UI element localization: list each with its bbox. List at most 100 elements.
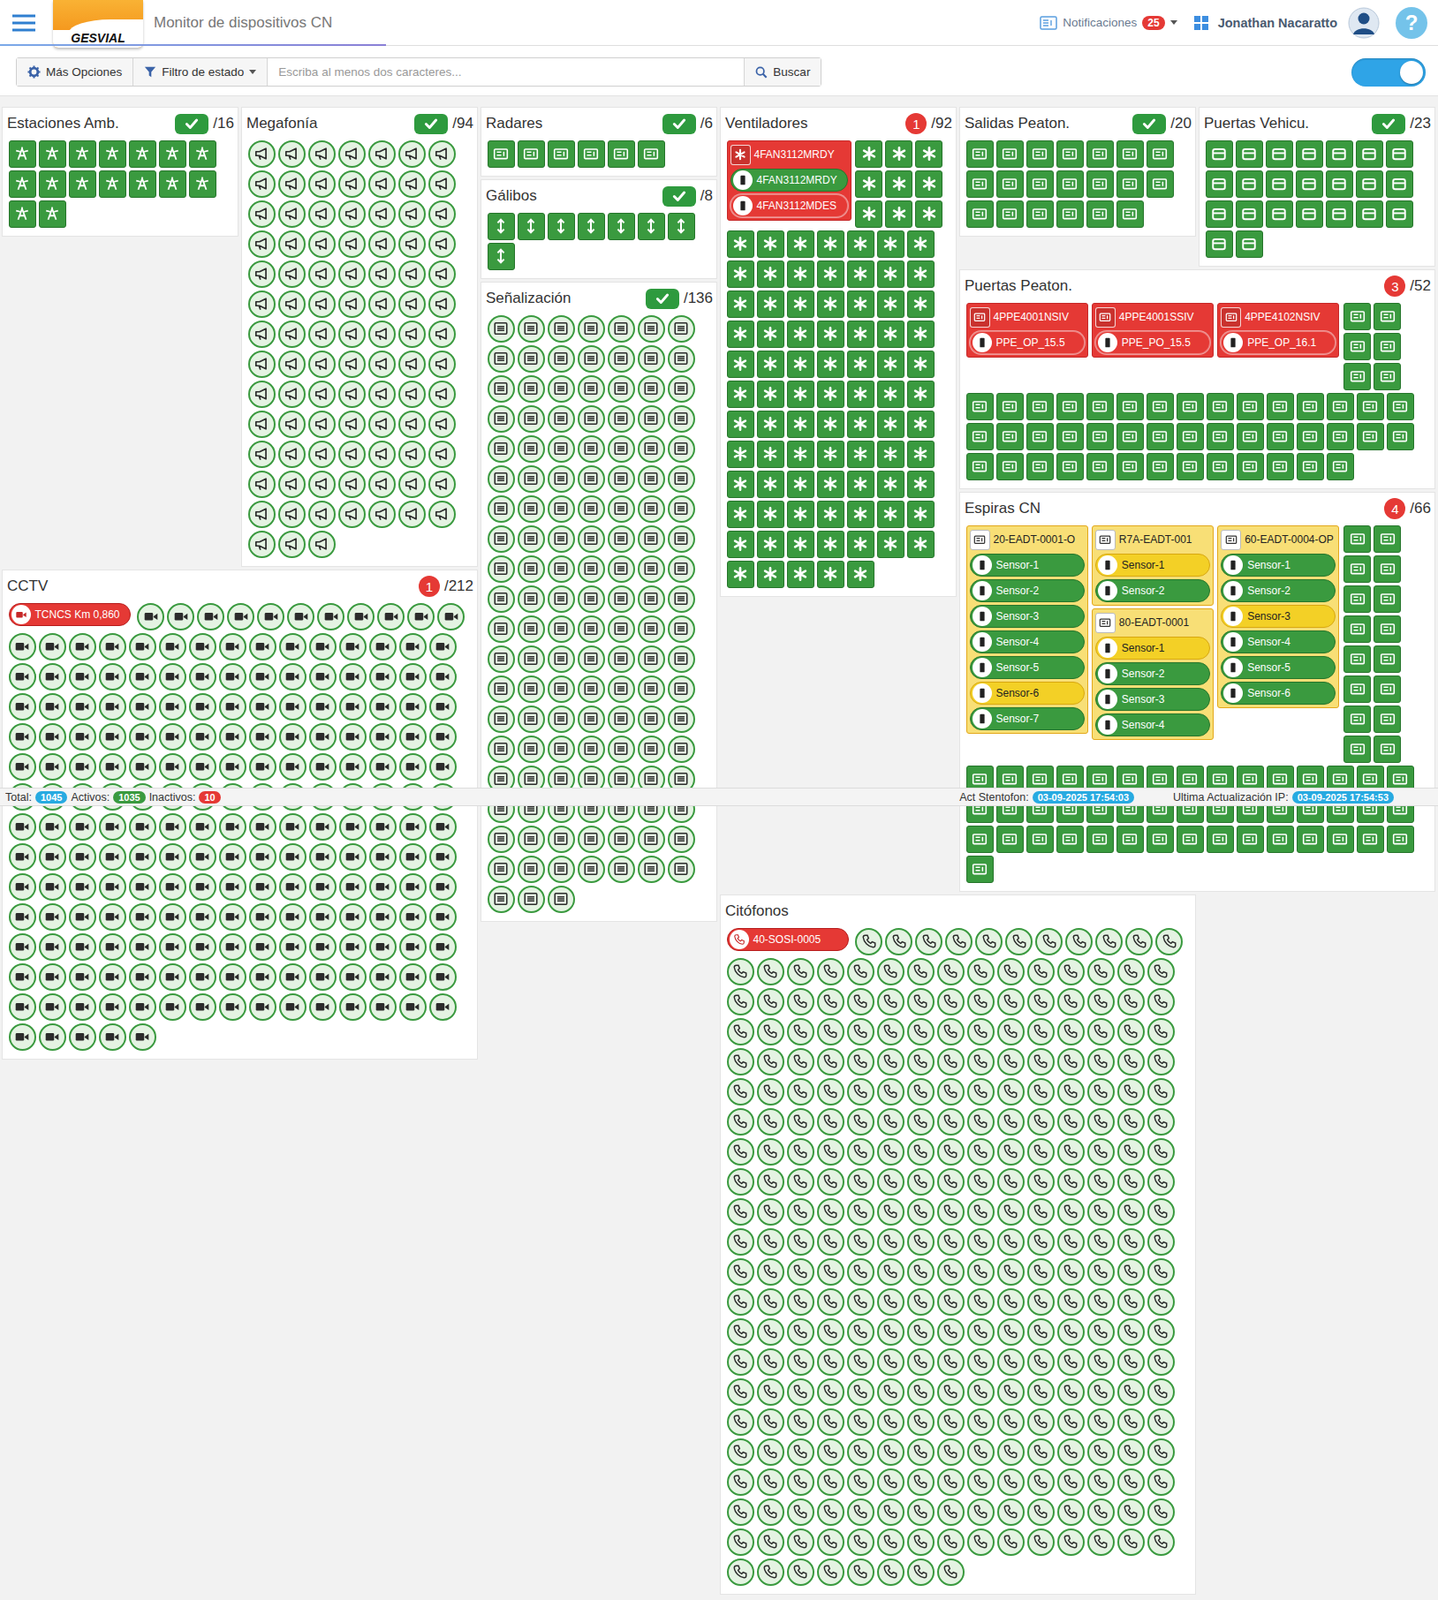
phone-icon[interactable] — [1027, 1138, 1055, 1166]
phone-icon[interactable] — [1117, 1108, 1145, 1136]
fan-icon[interactable] — [817, 290, 845, 318]
phone-icon[interactable] — [817, 1018, 845, 1046]
camera-icon[interactable] — [98, 1023, 127, 1052]
phone-icon[interactable] — [817, 1228, 845, 1257]
sensor-pill[interactable]: Sensor-4 — [1220, 630, 1336, 654]
signal-icon[interactable] — [547, 345, 576, 373]
phone-icon[interactable] — [1087, 1468, 1115, 1497]
megaphone-icon[interactable] — [308, 440, 336, 469]
device-icon[interactable] — [996, 200, 1024, 228]
weather-icon[interactable] — [38, 200, 67, 228]
fan-icon[interactable] — [756, 410, 785, 439]
fan-icon[interactable] — [877, 470, 905, 499]
alert-card-header[interactable]: R7A-EADT-001 — [1095, 529, 1211, 552]
megaphone-icon[interactable] — [398, 320, 426, 349]
megaphone-icon[interactable] — [368, 320, 396, 349]
signal-icon[interactable] — [577, 645, 606, 674]
megaphone-icon[interactable] — [368, 380, 396, 409]
megaphone-icon[interactable] — [398, 440, 426, 469]
camera-icon[interactable] — [8, 843, 37, 871]
device-icon[interactable] — [996, 825, 1024, 854]
device-icon[interactable] — [1236, 453, 1264, 481]
alert-card[interactable]: R7A-EADT-001 Sensor-1 Sensor-2 — [1091, 525, 1214, 606]
signal-icon[interactable] — [607, 495, 636, 523]
device-icon[interactable] — [1056, 423, 1084, 451]
camera-icon[interactable] — [279, 633, 307, 661]
phone-icon[interactable] — [726, 1198, 755, 1227]
camera-icon[interactable] — [369, 723, 397, 751]
device-icon[interactable] — [607, 140, 636, 168]
phone-icon[interactable] — [1027, 1048, 1055, 1076]
phone-icon[interactable] — [907, 1198, 935, 1227]
camera-icon[interactable] — [369, 633, 397, 661]
signal-icon[interactable] — [577, 735, 606, 764]
signal-icon[interactable] — [637, 495, 666, 523]
camera-icon[interactable] — [429, 753, 457, 781]
camera-icon[interactable] — [189, 633, 217, 661]
signal-icon[interactable] — [667, 375, 696, 403]
camera-icon[interactable] — [158, 693, 187, 721]
megaphone-icon[interactable] — [338, 500, 366, 529]
device-icon[interactable] — [1176, 393, 1204, 421]
camera-icon[interactable] — [219, 903, 247, 931]
megaphone-icon[interactable] — [248, 470, 276, 499]
phone-icon[interactable] — [726, 1468, 755, 1497]
door-icon[interactable] — [1325, 170, 1354, 198]
camera-icon[interactable] — [128, 813, 157, 841]
weather-icon[interactable] — [189, 140, 217, 168]
phone-icon[interactable] — [907, 1378, 935, 1407]
phone-icon[interactable] — [1117, 1048, 1145, 1076]
device-icon[interactable] — [1343, 705, 1371, 734]
phone-icon[interactable] — [877, 1138, 905, 1166]
signal-icon[interactable] — [517, 675, 545, 704]
signal-icon[interactable] — [667, 645, 696, 674]
fan-icon[interactable] — [877, 440, 905, 469]
phone-icon[interactable] — [877, 1288, 905, 1317]
device-icon[interactable] — [1326, 393, 1355, 421]
signal-icon[interactable] — [517, 705, 545, 734]
phone-icon[interactable] — [1087, 1288, 1115, 1317]
phone-icon[interactable] — [937, 1228, 965, 1257]
camera-icon[interactable] — [309, 753, 337, 781]
camera-icon[interactable] — [8, 963, 37, 992]
phone-icon[interactable] — [1117, 1198, 1145, 1227]
phone-icon[interactable] — [907, 1288, 935, 1317]
phone-icon[interactable] — [967, 1168, 995, 1196]
signal-icon[interactable] — [637, 585, 666, 614]
fan-icon[interactable] — [787, 320, 815, 349]
sensor-pill[interactable]: Sensor-3 — [1095, 688, 1211, 712]
phone-icon[interactable] — [817, 1408, 845, 1437]
door-icon[interactable] — [1295, 140, 1324, 168]
phone-icon[interactable] — [1117, 1348, 1145, 1377]
device-icon[interactable] — [1373, 525, 1401, 553]
megaphone-icon[interactable] — [368, 350, 396, 379]
camera-icon[interactable] — [8, 1023, 37, 1052]
phone-icon[interactable] — [726, 1348, 755, 1377]
fan-icon[interactable] — [726, 410, 755, 439]
camera-icon[interactable] — [68, 1023, 97, 1052]
signal-icon[interactable] — [487, 375, 515, 403]
camera-icon[interactable] — [429, 903, 457, 931]
camera-icon[interactable] — [309, 633, 337, 661]
camera-icon[interactable] — [339, 723, 367, 751]
device-icon[interactable] — [966, 170, 994, 198]
device-icon[interactable] — [1116, 423, 1144, 451]
phone-icon[interactable] — [1057, 1348, 1085, 1377]
fan-icon[interactable] — [756, 500, 785, 529]
phone-icon[interactable] — [877, 1348, 905, 1377]
camera-icon[interactable] — [339, 963, 367, 992]
phone-icon[interactable] — [726, 1228, 755, 1257]
fan-icon[interactable] — [817, 530, 845, 559]
device-icon[interactable] — [1343, 675, 1371, 704]
megaphone-icon[interactable] — [278, 320, 306, 349]
fan-icon[interactable] — [787, 410, 815, 439]
signal-icon[interactable] — [517, 315, 545, 343]
phone-icon[interactable] — [1057, 1078, 1085, 1106]
fan-icon[interactable] — [756, 380, 785, 409]
camera-icon[interactable] — [339, 813, 367, 841]
fan-icon[interactable] — [817, 260, 845, 288]
alert-card[interactable]: 80-EADT-0001 Sensor-1 Sensor-2 Sensor-3 … — [1091, 608, 1214, 741]
signal-icon[interactable] — [487, 705, 515, 734]
fan-icon[interactable] — [726, 470, 755, 499]
camera-icon[interactable] — [309, 933, 337, 962]
